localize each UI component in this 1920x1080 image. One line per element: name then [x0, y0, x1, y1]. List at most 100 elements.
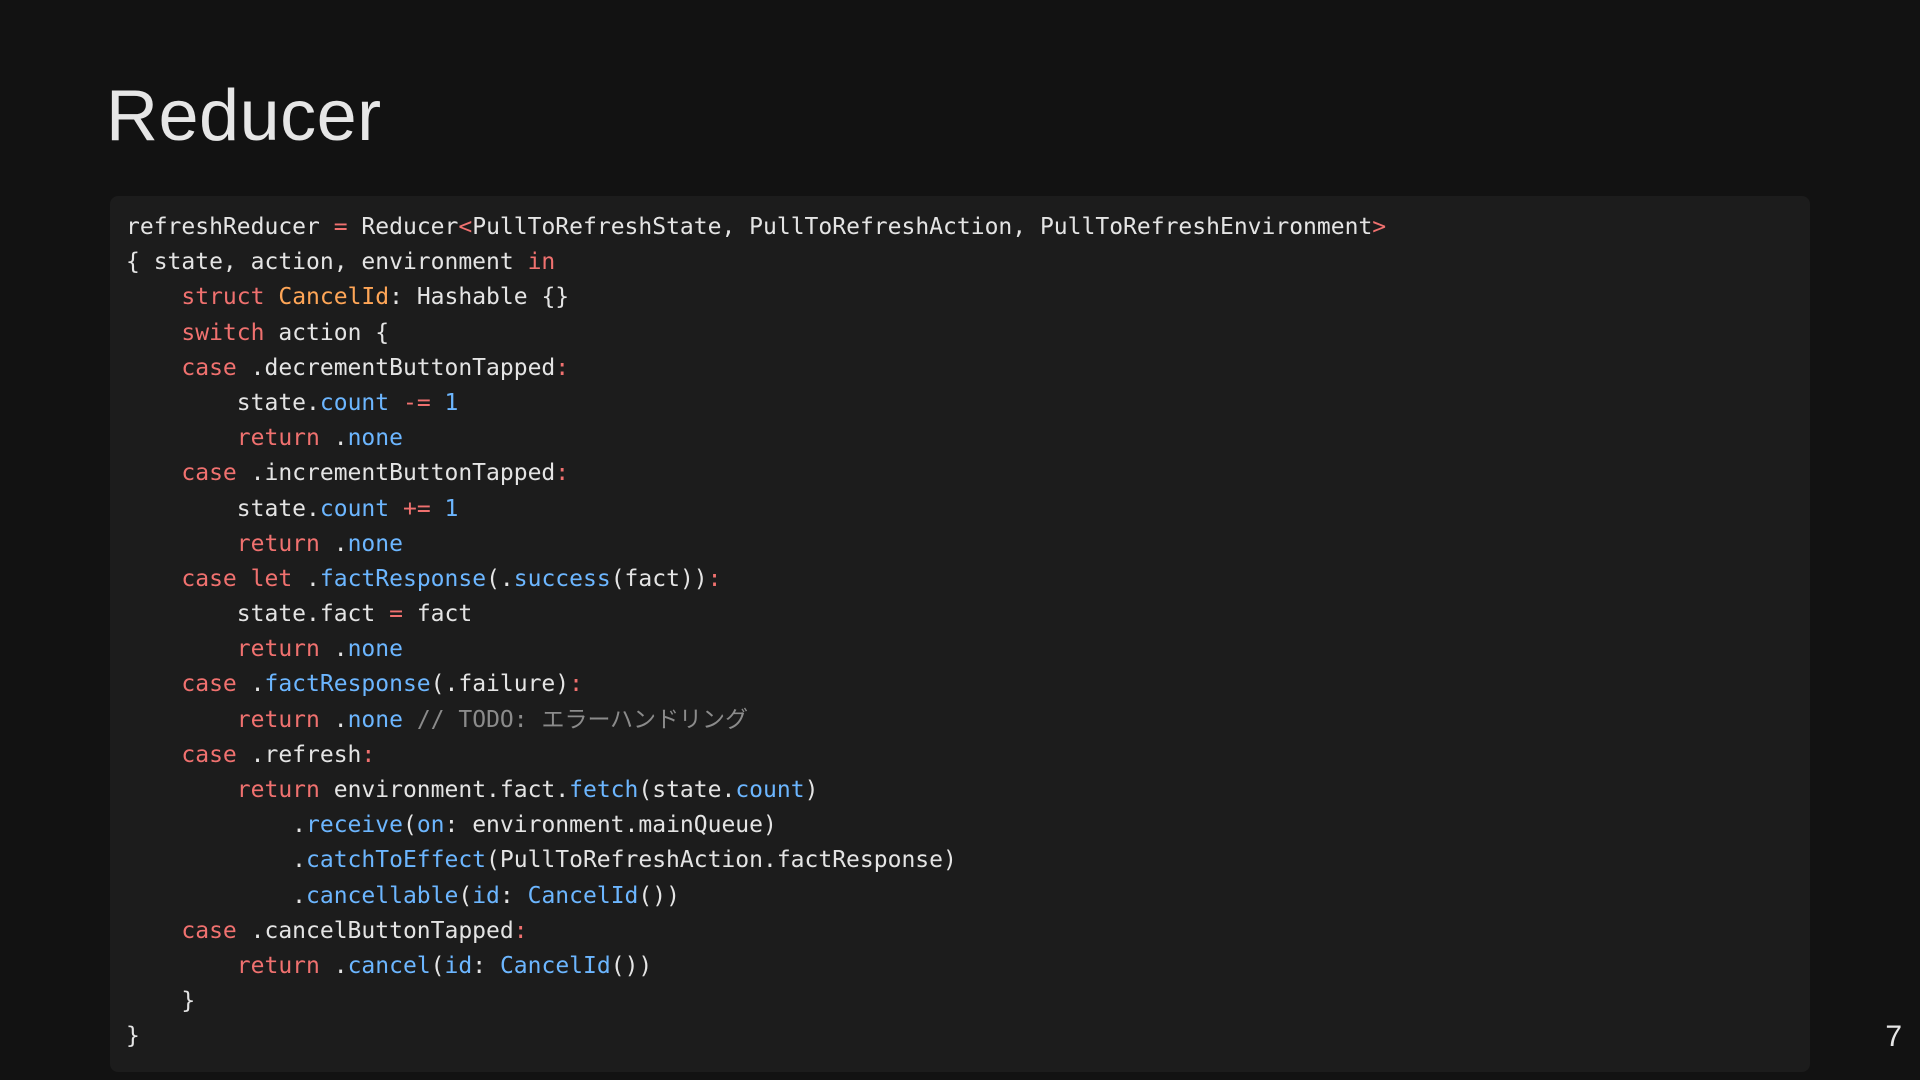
code-line: } [126, 1019, 1810, 1054]
identifier-token: id [472, 882, 500, 909]
code-line: .catchToEffect(PullToRefreshAction.factR… [126, 843, 1810, 878]
keyword-token: return [236, 952, 320, 979]
code-block: refreshReducer = Reducer<PullToRefreshSt… [110, 196, 1810, 1072]
identifier-token: cancel [347, 952, 431, 979]
identifier-token: none [347, 636, 403, 663]
code-line: return .none [126, 421, 1810, 456]
plain-token: (state. [638, 777, 736, 803]
identifier-token: none [347, 425, 403, 452]
plain-token: action { [264, 319, 390, 346]
plain-token: state.fact [126, 601, 390, 628]
keyword-token: return [236, 636, 320, 663]
plain-token: fact [402, 601, 473, 628]
keyword-token: -= [402, 389, 431, 416]
plain-token: ) [804, 777, 819, 803]
code-line: case .factResponse(.failure): [126, 667, 1810, 702]
plain-token: : [472, 952, 500, 979]
plain-token: . [319, 952, 348, 979]
identifier-token: fetch [569, 777, 639, 803]
code-line: return .none // TODO: エラーハンドリング [126, 703, 1810, 738]
keyword-token: < [458, 214, 473, 240]
identifier-token: 1 [444, 495, 459, 522]
plain-token: ( [402, 812, 417, 839]
keyword-token: : [361, 741, 376, 768]
plain-token: (. [486, 565, 514, 592]
plain-token: . [236, 671, 265, 698]
identifier-token: id [444, 952, 473, 979]
plain-token: ( [458, 882, 473, 909]
plain-token: . [319, 636, 348, 663]
identifier-token: receive [306, 812, 403, 839]
code-line: state.count += 1 [126, 492, 1810, 527]
identifier-token: success [513, 565, 611, 592]
code-line: refreshReducer = Reducer<PullToRefreshSt… [126, 210, 1810, 245]
keyword-token: struct [181, 284, 265, 311]
plain-token: : [499, 882, 528, 909]
plain-token: ()) [610, 952, 653, 979]
plain-token: .refresh [236, 741, 362, 768]
keyword-token: : [513, 917, 528, 944]
identifier-token: factResponse [264, 671, 431, 698]
keyword-token: return [236, 425, 320, 452]
code-line: switch action { [126, 316, 1810, 351]
plain-token: (.failure) [430, 671, 570, 698]
plain-token: .decrementButtonTapped [236, 354, 556, 381]
code-line: struct CancelId: Hashable {} [126, 280, 1810, 315]
code-line: case let .factResponse(.success(fact)): [126, 562, 1810, 597]
code-line: case .incrementButtonTapped: [126, 456, 1810, 491]
plain-token: : Hashable {} [389, 284, 570, 311]
plain-token: .incrementButtonTapped [236, 460, 556, 487]
keyword-token: = [333, 214, 348, 240]
identifier-token: catchToEffect [306, 847, 487, 874]
keyword-token: += [402, 495, 431, 522]
plain-token: (PullToRefreshAction.factResponse) [486, 847, 957, 874]
keyword-token: switch [181, 319, 265, 346]
code-line: return .none [126, 632, 1810, 667]
type-token: CancelId [278, 284, 390, 311]
code-listing: refreshReducer = Reducer<PullToRefreshSt… [126, 210, 1810, 1055]
identifier-token: CancelId [527, 882, 639, 909]
plain-token: . [126, 847, 307, 874]
code-line: state.count -= 1 [126, 386, 1810, 421]
plain-token: PullToRefreshState, PullToRefreshAction,… [472, 214, 1373, 240]
slide-title: Reducer [106, 76, 382, 156]
keyword-token: > [1372, 214, 1387, 240]
slide: Reducer refreshReducer = Reducer<PullToR… [0, 0, 1920, 1080]
keyword-token: : [555, 460, 570, 487]
page-number: 7 [1885, 1020, 1902, 1053]
plain-token: : environment.mainQueue) [444, 812, 777, 839]
code-line: .receive(on: environment.mainQueue) [126, 808, 1810, 843]
keyword-token: : [555, 354, 570, 381]
plain-token: . [319, 706, 348, 733]
plain-token: . [126, 882, 307, 909]
identifier-token: 1 [444, 389, 459, 416]
keyword-token: case [181, 671, 237, 698]
code-line: return .cancel(id: CancelId()) [126, 949, 1810, 984]
identifier-token: none [347, 530, 403, 557]
identifier-token: cancellable [306, 882, 459, 909]
plain-token: . [319, 530, 348, 557]
plain-token: environment.fact. [319, 777, 570, 803]
code-line: case .cancelButtonTapped: [126, 914, 1810, 949]
keyword-token: return [236, 777, 320, 803]
